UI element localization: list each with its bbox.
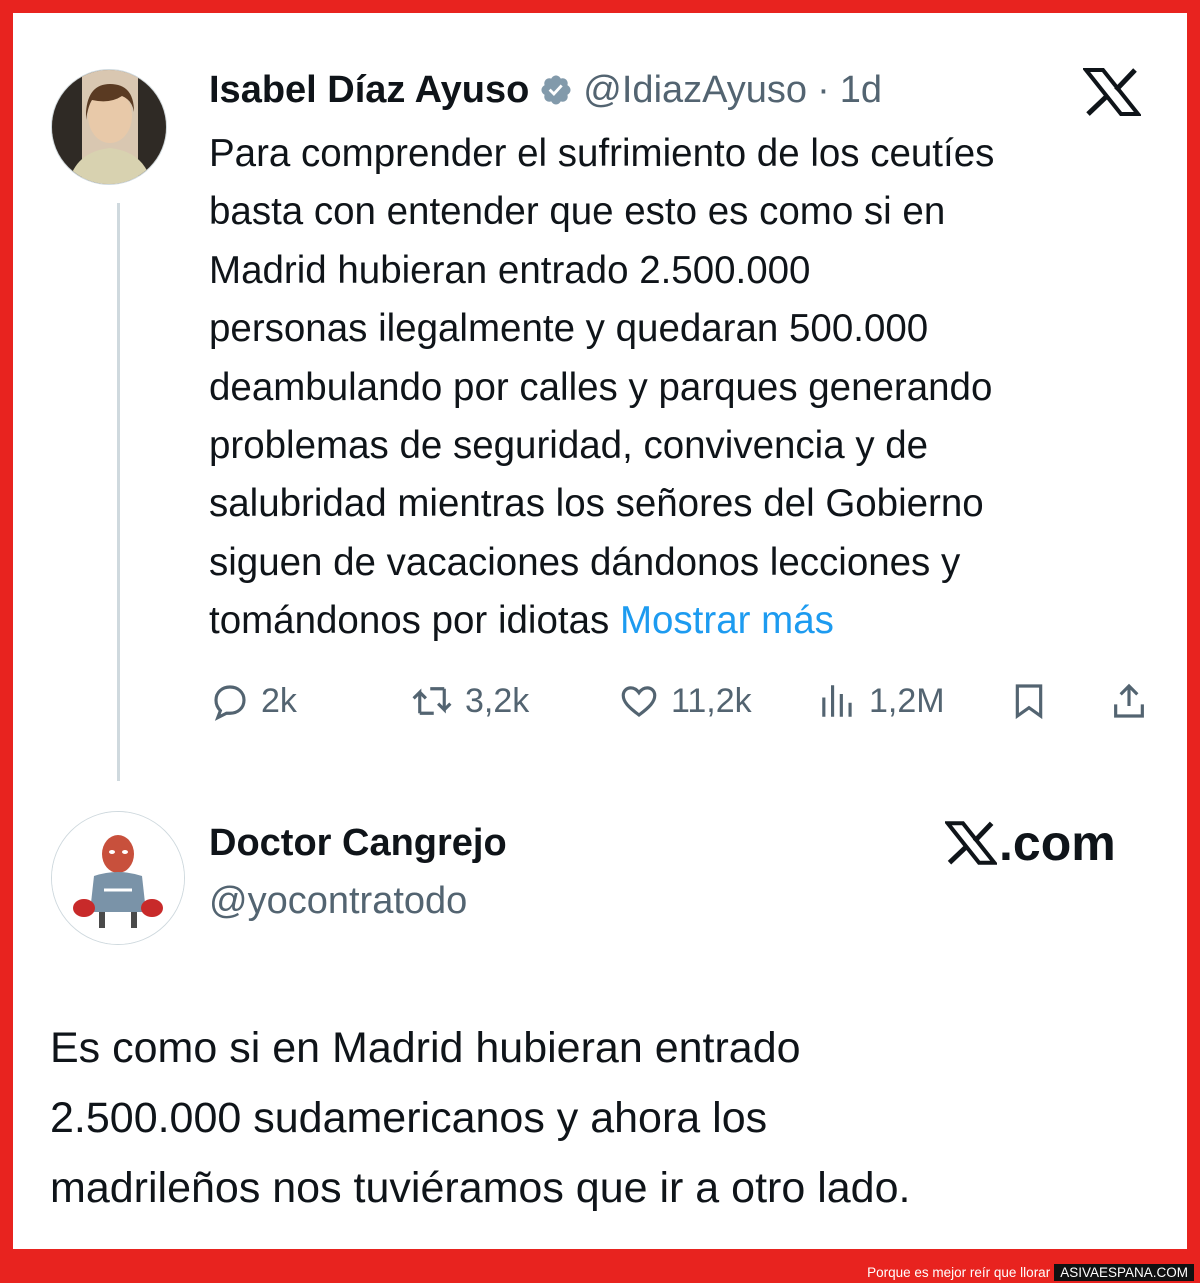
like-button[interactable]: 11,2k bbox=[617, 673, 752, 729]
screenshot-panel: Isabel Díaz Ayuso @IdiazAyuso · 1d Para … bbox=[13, 13, 1187, 1249]
tweet-text-line: personas ilegalmente y quedaran 500.000 bbox=[209, 307, 929, 351]
reply-author-handle[interactable]: @yocontratodo bbox=[209, 877, 507, 925]
show-more-link[interactable]: Mostrar más bbox=[620, 599, 834, 642]
site-footer: Porque es mejor reír que llorar ASIVAESPA… bbox=[0, 1262, 1200, 1283]
tweet-text-line: deambulando por calles y parques generan… bbox=[209, 365, 993, 409]
reply-text-line: madrileños nos tuviéramos que ir a otro … bbox=[50, 1164, 911, 1212]
bookmark-icon bbox=[1015, 684, 1043, 720]
views-bar-chart-icon bbox=[822, 685, 852, 717]
x-logo-icon[interactable] bbox=[1081, 68, 1143, 116]
share-button[interactable] bbox=[1109, 673, 1149, 729]
avatar-doctor-cangrejo[interactable] bbox=[51, 811, 185, 945]
repost-count: 3,2k bbox=[465, 681, 530, 720]
avatar-cartoon-icon bbox=[52, 812, 184, 944]
views-count: 1,2M bbox=[869, 681, 945, 720]
reply-button[interactable]: 2k bbox=[209, 673, 297, 729]
author-handle[interactable]: @IdiazAyuso bbox=[583, 69, 807, 112]
tweet-action-bar: 2k 3,2k 11,2k 1,2M bbox=[209, 673, 1149, 729]
thread-connector-line bbox=[117, 203, 120, 781]
reply-text: Es como si en Madrid hubieran entrado 2.… bbox=[50, 1013, 1160, 1223]
repost-icon bbox=[412, 687, 452, 715]
x-logo-icon bbox=[943, 820, 999, 866]
avatar-ayuso[interactable] bbox=[51, 69, 167, 185]
author-name[interactable]: Isabel Díaz Ayuso bbox=[209, 69, 529, 112]
avatar-portrait-icon bbox=[52, 70, 166, 184]
tweet-text-line: siguen de vacaciones dándonos lecciones … bbox=[209, 540, 961, 584]
verified-badge-icon bbox=[539, 73, 573, 107]
tweet-text-line: Madrid hubieran entrado 2.500.000 bbox=[209, 248, 811, 292]
share-icon bbox=[1114, 683, 1144, 718]
x-com-watermark: .com bbox=[943, 813, 1116, 873]
reply-bubble-icon bbox=[214, 685, 246, 721]
like-count: 11,2k bbox=[671, 681, 752, 720]
tweet-text-line: salubridad mientras los señores del Gobi… bbox=[209, 482, 984, 526]
footer-tagline: Porque es mejor reír que llorar bbox=[867, 1265, 1051, 1280]
tweet-text-line: Para comprender el sufrimiento de los ce… bbox=[209, 132, 995, 175]
tweet-text-line: problemas de seguridad, convivencia y de bbox=[209, 424, 929, 468]
tweet-text-line: basta con entender que esto es como si e… bbox=[209, 190, 946, 234]
tweet-text-line: tomándonos por idiotas bbox=[209, 599, 610, 643]
reply-text-line: 2.500.000 sudamericanos y ahora los bbox=[50, 1094, 768, 1142]
tweet-header: Isabel Díaz Ayuso @IdiazAyuso · 1d bbox=[209, 68, 882, 112]
footer-brand[interactable]: ASIVAESPANA.COM bbox=[1054, 1264, 1194, 1281]
tweet-time[interactable]: 1d bbox=[840, 69, 882, 112]
separator-dot: · bbox=[817, 68, 830, 111]
reply-author-name[interactable]: Doctor Cangrejo bbox=[209, 819, 507, 867]
reply-header: Doctor Cangrejo @yocontratodo bbox=[209, 819, 507, 925]
reply-count: 2k bbox=[261, 681, 297, 720]
reply-text-line: Es como si en Madrid hubieran entrado bbox=[50, 1024, 801, 1072]
repost-button[interactable]: 3,2k bbox=[409, 673, 529, 729]
views-button[interactable]: 1,2M bbox=[817, 673, 945, 729]
x-com-suffix: .com bbox=[999, 815, 1116, 871]
bookmark-button[interactable] bbox=[1009, 673, 1049, 729]
heart-icon bbox=[621, 686, 657, 717]
tweet-text-last-line: tomándonos por idiotas Mostrar más bbox=[209, 592, 1169, 650]
tweet-text: Para comprender el sufrimiento de los ce… bbox=[209, 125, 1169, 651]
